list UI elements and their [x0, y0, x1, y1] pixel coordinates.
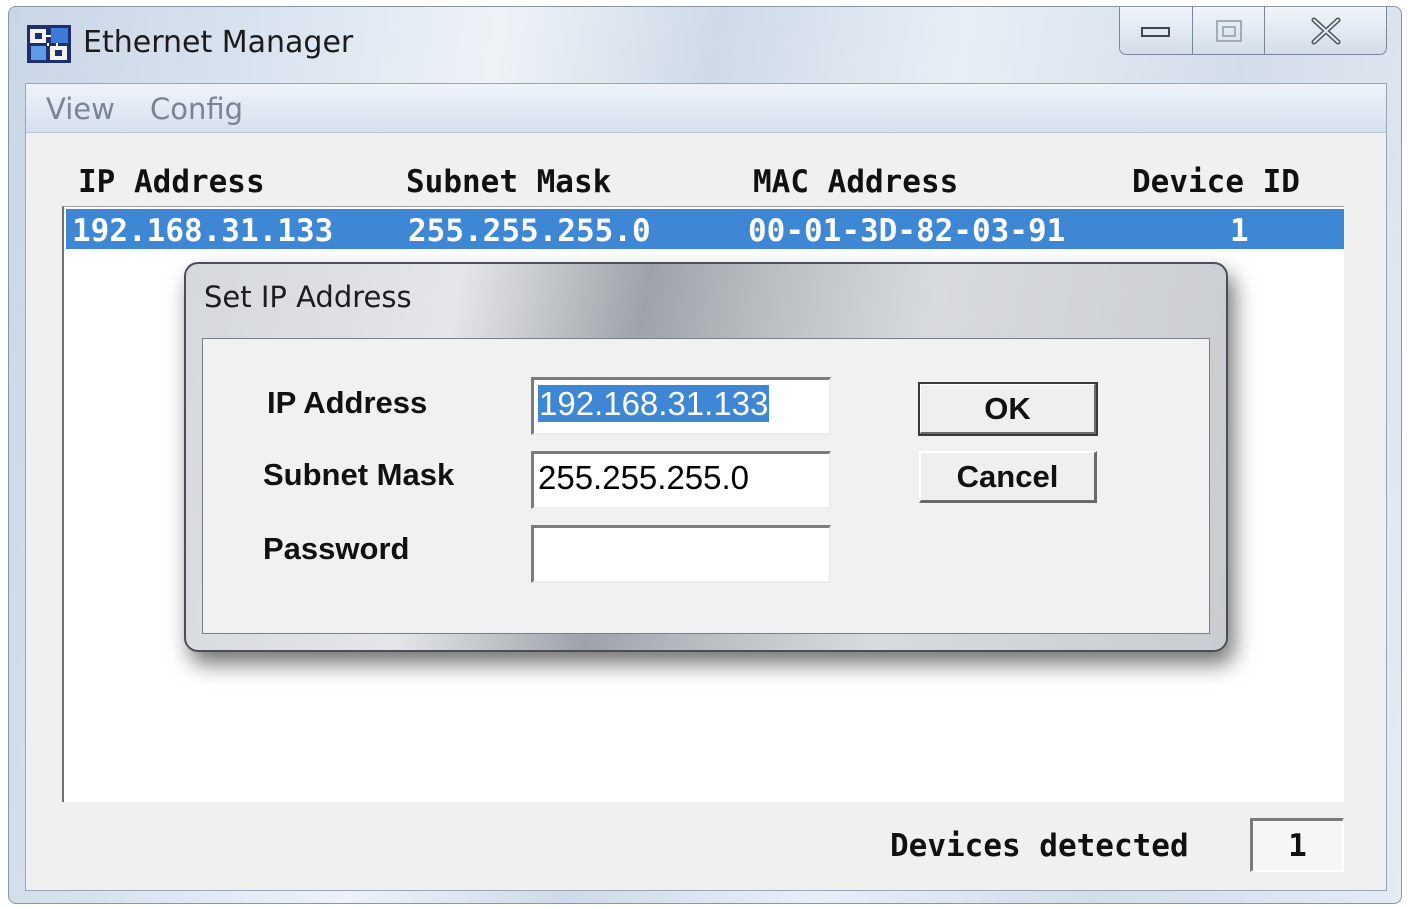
title-bar[interactable]: Ethernet Manager — [9, 7, 1401, 83]
close-icon — [1311, 17, 1340, 44]
table-row[interactable]: 192.168.31.133 255.255.255.0 00-01-3D-82… — [66, 209, 1344, 249]
column-header-device-id[interactable]: Device ID — [1132, 164, 1300, 200]
cell-device-id: 1 — [1230, 213, 1249, 249]
network-app-icon — [27, 25, 71, 63]
maximize-button[interactable] — [1193, 7, 1265, 55]
ip-address-input[interactable]: 192.168.31.133 — [531, 377, 831, 435]
dialog-client-area: IP Address Subnet Mask Password 192.168.… — [202, 338, 1210, 634]
password-label: Password — [263, 531, 410, 566]
devices-detected-label: Devices detected — [890, 828, 1189, 864]
minimize-icon — [1141, 26, 1170, 37]
ok-button[interactable]: OK — [918, 382, 1098, 436]
maximize-icon — [1215, 19, 1242, 42]
column-header-subnet-mask[interactable]: Subnet Mask — [406, 164, 611, 200]
menu-bar: View Config — [26, 84, 1386, 133]
devices-detected-count: 1 — [1250, 818, 1344, 872]
cell-ip-address: 192.168.31.133 — [72, 213, 334, 249]
column-header-mac-address[interactable]: MAC Address — [753, 164, 958, 200]
dialog-title: Set IP Address — [204, 280, 412, 314]
menu-config[interactable]: Config — [150, 92, 243, 126]
subnet-mask-input[interactable]: 255.255.255.0 — [531, 451, 831, 509]
ip-address-value: 192.168.31.133 — [538, 385, 770, 422]
subnet-mask-label: Subnet Mask — [263, 457, 455, 492]
password-input[interactable] — [531, 525, 831, 583]
menu-view[interactable]: View — [46, 92, 115, 126]
cell-subnet-mask: 255.255.255.0 — [408, 213, 651, 249]
cancel-button[interactable]: Cancel — [919, 451, 1097, 503]
column-header-ip-address[interactable]: IP Address — [78, 164, 265, 200]
cell-mac-address: 00-01-3D-82-03-91 — [748, 213, 1066, 249]
set-ip-address-dialog: Set IP Address IP Address Subnet Mask Pa… — [184, 262, 1228, 652]
window-title: Ethernet Manager — [83, 25, 354, 60]
minimize-button[interactable] — [1119, 7, 1193, 55]
ip-address-label: IP Address — [267, 385, 428, 420]
caption-buttons — [1119, 7, 1387, 57]
close-button[interactable] — [1265, 7, 1387, 55]
